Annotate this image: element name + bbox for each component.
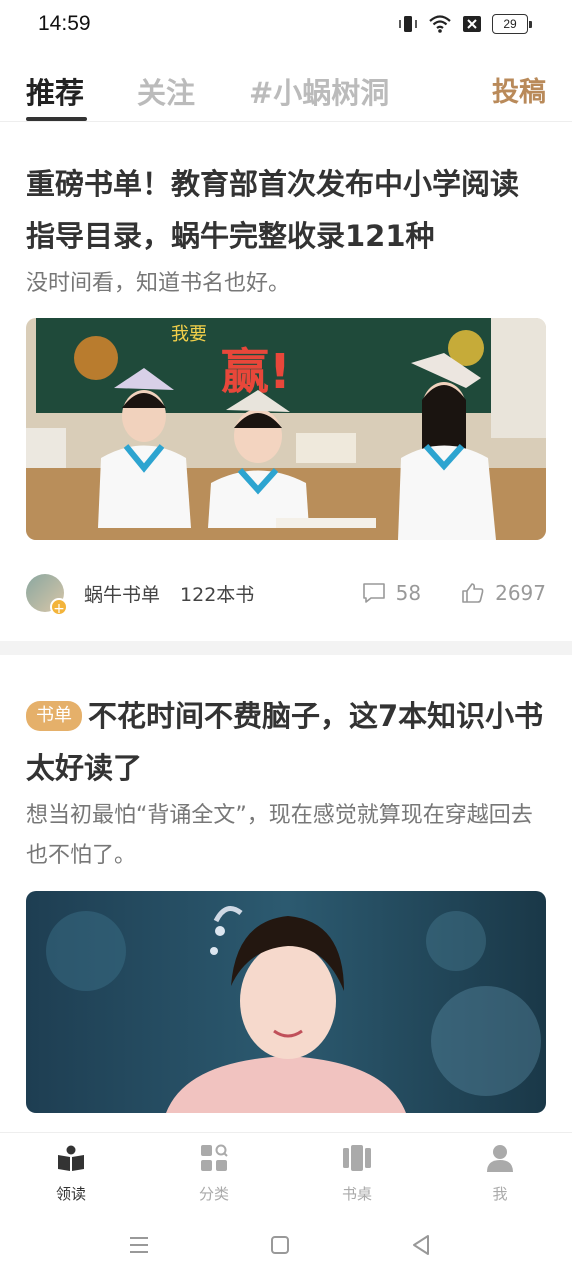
active-tab-underline xyxy=(26,117,87,121)
battery-icon: 29 xyxy=(492,14,532,34)
like-count: 2697 xyxy=(495,581,546,605)
like-button[interactable]: 2697 xyxy=(461,581,546,605)
article-description: 没时间看，知道书名也好。 xyxy=(26,271,291,296)
tab-tree-hole[interactable]: #小蜗树洞 xyxy=(249,70,389,112)
status-icons: 29 xyxy=(398,14,532,34)
nav-label: 领读 xyxy=(55,1185,86,1203)
author-name[interactable]: 蜗牛书单 xyxy=(84,580,160,607)
user-icon xyxy=(487,1145,513,1172)
portrait-photo xyxy=(26,891,546,1113)
comment-icon xyxy=(362,583,385,603)
status-bar: 14:59 29 xyxy=(0,0,572,52)
nav-item-desk[interactable]: 书桌 xyxy=(317,1143,397,1204)
article-meta: + 蜗牛书单 122本书 58 2697 xyxy=(26,573,546,617)
thumbs-up-icon xyxy=(462,583,484,603)
book-count: 122本书 xyxy=(180,583,255,606)
article-description: 想当初最怕“背诵全文”，现在感觉就算现在穿越回去也不怕了。 xyxy=(26,803,533,868)
nav-item-me[interactable]: 我 xyxy=(460,1143,540,1204)
svg-text:我要: 我要 xyxy=(171,324,207,345)
category-search-icon xyxy=(201,1144,228,1171)
article-title[interactable]: 重磅书单！教育部首次发布中小学阅读指导目录，蜗牛完整收录121种 xyxy=(26,158,546,262)
article-title-text: 不花时间不费脑子，这7本知识小书太好读了 xyxy=(26,699,544,785)
author-avatar[interactable]: + xyxy=(26,574,68,617)
tab-follow[interactable]: 关注 xyxy=(137,70,195,112)
follow-plus-icon[interactable]: + xyxy=(50,598,68,617)
classroom-photo: 我要 赢! xyxy=(26,318,546,540)
wifi-icon xyxy=(429,15,451,33)
menu-icon[interactable] xyxy=(128,1234,150,1256)
top-tabs: 推荐 关注 #小蜗树洞 投稿 xyxy=(0,62,572,122)
article-tag: 书单 xyxy=(26,701,82,731)
system-nav-bar xyxy=(0,1210,572,1280)
article-title[interactable]: 书单 不花时间不费脑子，这7本知识小书太好读了 xyxy=(26,690,546,794)
contribute-button[interactable]: 投稿 xyxy=(492,70,546,109)
book-open-icon xyxy=(58,1145,84,1171)
status-time: 14:59 xyxy=(38,12,91,35)
tab-recommend[interactable]: 推荐 xyxy=(26,70,84,112)
vibrate-icon xyxy=(399,16,417,32)
nav-label: 书桌 xyxy=(341,1185,372,1203)
back-icon[interactable] xyxy=(410,1234,432,1256)
comment-button[interactable]: 58 xyxy=(362,581,421,605)
nav-label: 分类 xyxy=(198,1185,229,1203)
bookshelf-icon xyxy=(343,1145,371,1171)
bottom-nav: 领读 分类 书桌 我 xyxy=(0,1132,572,1210)
home-icon[interactable] xyxy=(270,1235,290,1255)
article-cover-image[interactable] xyxy=(26,891,546,1113)
nav-label: 我 xyxy=(492,1185,508,1203)
section-divider xyxy=(0,641,572,655)
nav-item-read[interactable]: 领读 xyxy=(31,1143,111,1204)
article-cover-image[interactable]: 我要 赢! xyxy=(26,318,546,540)
sim-off-icon xyxy=(463,16,481,32)
comment-count: 58 xyxy=(395,581,422,605)
nav-item-category[interactable]: 分类 xyxy=(174,1143,254,1204)
